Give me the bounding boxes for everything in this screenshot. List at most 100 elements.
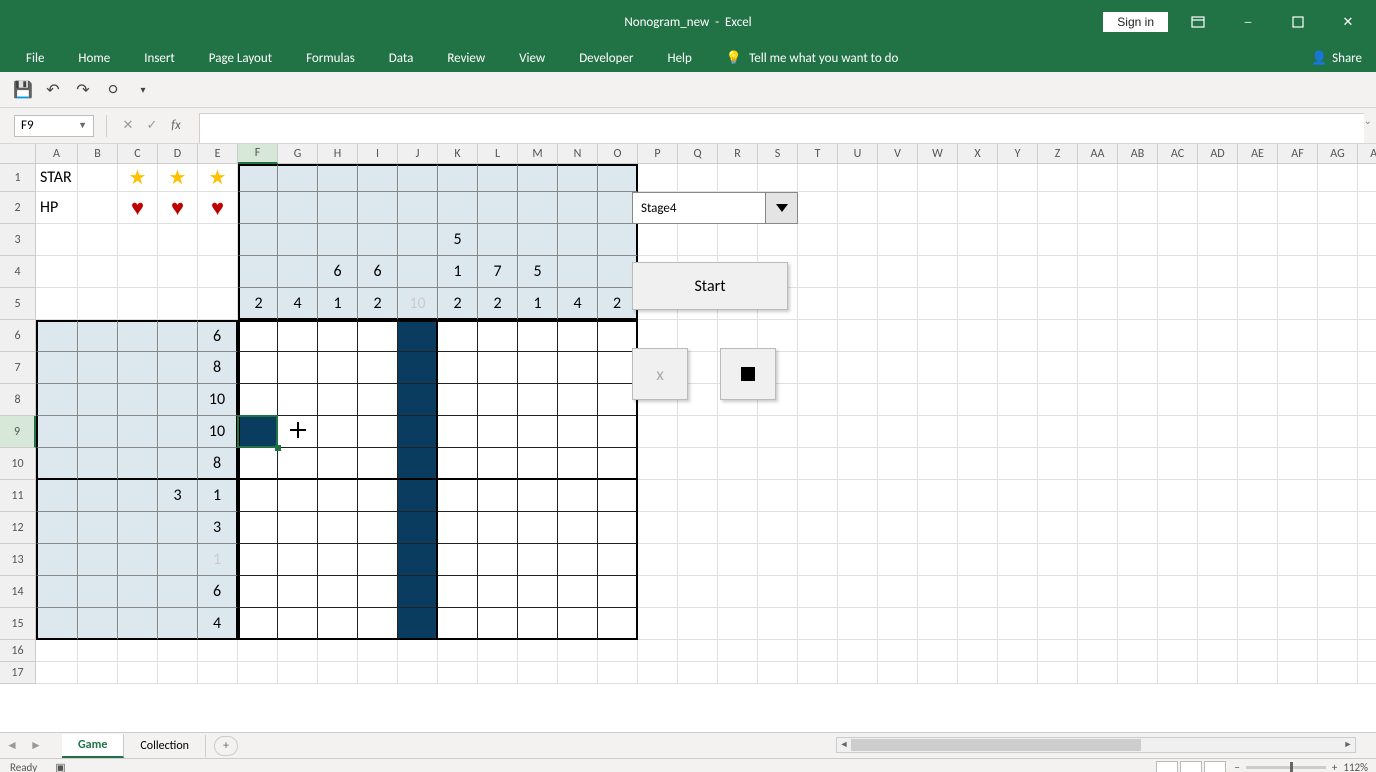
cell-D17[interactable] <box>158 662 198 684</box>
view-pagelayout-icon[interactable] <box>1180 761 1202 772</box>
circle-icon[interactable]: ○ <box>104 81 122 99</box>
name-box[interactable]: F9 ▼ <box>14 115 94 137</box>
cell-S10[interactable] <box>758 448 798 480</box>
cell-A17[interactable] <box>36 662 78 684</box>
cell-AE9[interactable] <box>1238 416 1278 448</box>
cell-Q12[interactable] <box>678 512 718 544</box>
cell-O10[interactable] <box>598 448 638 480</box>
cell-AG2[interactable] <box>1318 192 1358 224</box>
cell-A1[interactable]: STAR <box>36 164 78 192</box>
cell-B16[interactable] <box>78 640 118 662</box>
cell-T1[interactable] <box>798 164 838 192</box>
cell-N2[interactable] <box>558 192 598 224</box>
cell-L16[interactable] <box>478 640 518 662</box>
cell-AB15[interactable] <box>1118 608 1158 640</box>
cell-M8[interactable] <box>518 384 558 416</box>
cell-V13[interactable] <box>878 544 918 576</box>
cell-AF5[interactable] <box>1278 288 1318 320</box>
cell-D2[interactable]: ♥ <box>158 192 198 224</box>
cell-K7[interactable] <box>438 352 478 384</box>
cell-P10[interactable] <box>638 448 678 480</box>
cell-B14[interactable] <box>78 576 118 608</box>
cell-Y16[interactable] <box>998 640 1038 662</box>
cell-R10[interactable] <box>718 448 758 480</box>
cell-B12[interactable] <box>78 512 118 544</box>
cell-A16[interactable] <box>36 640 78 662</box>
cell-K15[interactable] <box>438 608 478 640</box>
cell-K2[interactable] <box>438 192 478 224</box>
cell-H13[interactable] <box>318 544 358 576</box>
cell-G7[interactable] <box>278 352 318 384</box>
cell-AE2[interactable] <box>1238 192 1278 224</box>
cell-N12[interactable] <box>558 512 598 544</box>
cell-AC8[interactable] <box>1158 384 1198 416</box>
cell-J12[interactable] <box>398 512 438 544</box>
cell-AA3[interactable] <box>1078 224 1118 256</box>
cell-AC5[interactable] <box>1158 288 1198 320</box>
cell-M1[interactable] <box>518 164 558 192</box>
cell-F15[interactable] <box>238 608 278 640</box>
cell-AH8[interactable] <box>1358 384 1376 416</box>
cell-AF1[interactable] <box>1278 164 1318 192</box>
cell-AB2[interactable] <box>1118 192 1158 224</box>
cell-F16[interactable] <box>238 640 278 662</box>
cell-AG12[interactable] <box>1318 512 1358 544</box>
close-button[interactable]: ✕ <box>1328 7 1368 37</box>
cell-E12[interactable]: 3 <box>198 512 238 544</box>
cell-I13[interactable] <box>358 544 398 576</box>
cell-AC4[interactable] <box>1158 256 1198 288</box>
cell-M7[interactable] <box>518 352 558 384</box>
cell-AB3[interactable] <box>1118 224 1158 256</box>
cell-AB14[interactable] <box>1118 576 1158 608</box>
cell-Z15[interactable] <box>1038 608 1078 640</box>
cell-X14[interactable] <box>958 576 998 608</box>
cell-B8[interactable] <box>78 384 118 416</box>
cell-G12[interactable] <box>278 512 318 544</box>
cell-O12[interactable] <box>598 512 638 544</box>
cell-G4[interactable] <box>278 256 318 288</box>
zoom-slider[interactable] <box>1246 766 1326 769</box>
cell-V11[interactable] <box>878 480 918 512</box>
col-header-AF[interactable]: AF <box>1278 144 1318 164</box>
cell-Q1[interactable] <box>678 164 718 192</box>
cell-T9[interactable] <box>798 416 838 448</box>
cell-L15[interactable] <box>478 608 518 640</box>
cell-C3[interactable] <box>118 224 158 256</box>
cell-AF13[interactable] <box>1278 544 1318 576</box>
cell-M14[interactable] <box>518 576 558 608</box>
cell-H8[interactable] <box>318 384 358 416</box>
cell-G6[interactable] <box>278 320 318 352</box>
cell-J2[interactable] <box>398 192 438 224</box>
cell-I3[interactable] <box>358 224 398 256</box>
cell-AH2[interactable] <box>1358 192 1376 224</box>
cell-C7[interactable] <box>118 352 158 384</box>
cell-AG10[interactable] <box>1318 448 1358 480</box>
cell-E5[interactable] <box>198 288 238 320</box>
cell-U9[interactable] <box>838 416 878 448</box>
cell-AB5[interactable] <box>1118 288 1158 320</box>
cell-U1[interactable] <box>838 164 878 192</box>
cell-AG17[interactable] <box>1318 662 1358 684</box>
cell-L2[interactable] <box>478 192 518 224</box>
tab-help[interactable]: Help <box>667 51 691 66</box>
expand-formula-bar-icon[interactable]: ⌄ <box>1364 114 1372 127</box>
view-pagebreak-icon[interactable] <box>1204 761 1226 772</box>
cell-D7[interactable] <box>158 352 198 384</box>
row-header-4[interactable]: 4 <box>0 256 36 288</box>
cell-D1[interactable]: ★ <box>158 164 198 192</box>
cell-Y7[interactable] <box>998 352 1038 384</box>
cell-G8[interactable] <box>278 384 318 416</box>
cell-AC2[interactable] <box>1158 192 1198 224</box>
cell-A10[interactable] <box>36 448 78 480</box>
cell-N1[interactable] <box>558 164 598 192</box>
cell-S17[interactable] <box>758 662 798 684</box>
cell-P1[interactable] <box>638 164 678 192</box>
cell-I2[interactable] <box>358 192 398 224</box>
cell-H5[interactable]: 1 <box>318 288 358 320</box>
cell-AA7[interactable] <box>1078 352 1118 384</box>
cell-I11[interactable] <box>358 480 398 512</box>
cell-Y14[interactable] <box>998 576 1038 608</box>
cell-G10[interactable] <box>278 448 318 480</box>
row-headers[interactable]: 1234567891011121314151617 <box>0 164 36 684</box>
redo-icon[interactable]: ↷ <box>74 81 92 99</box>
